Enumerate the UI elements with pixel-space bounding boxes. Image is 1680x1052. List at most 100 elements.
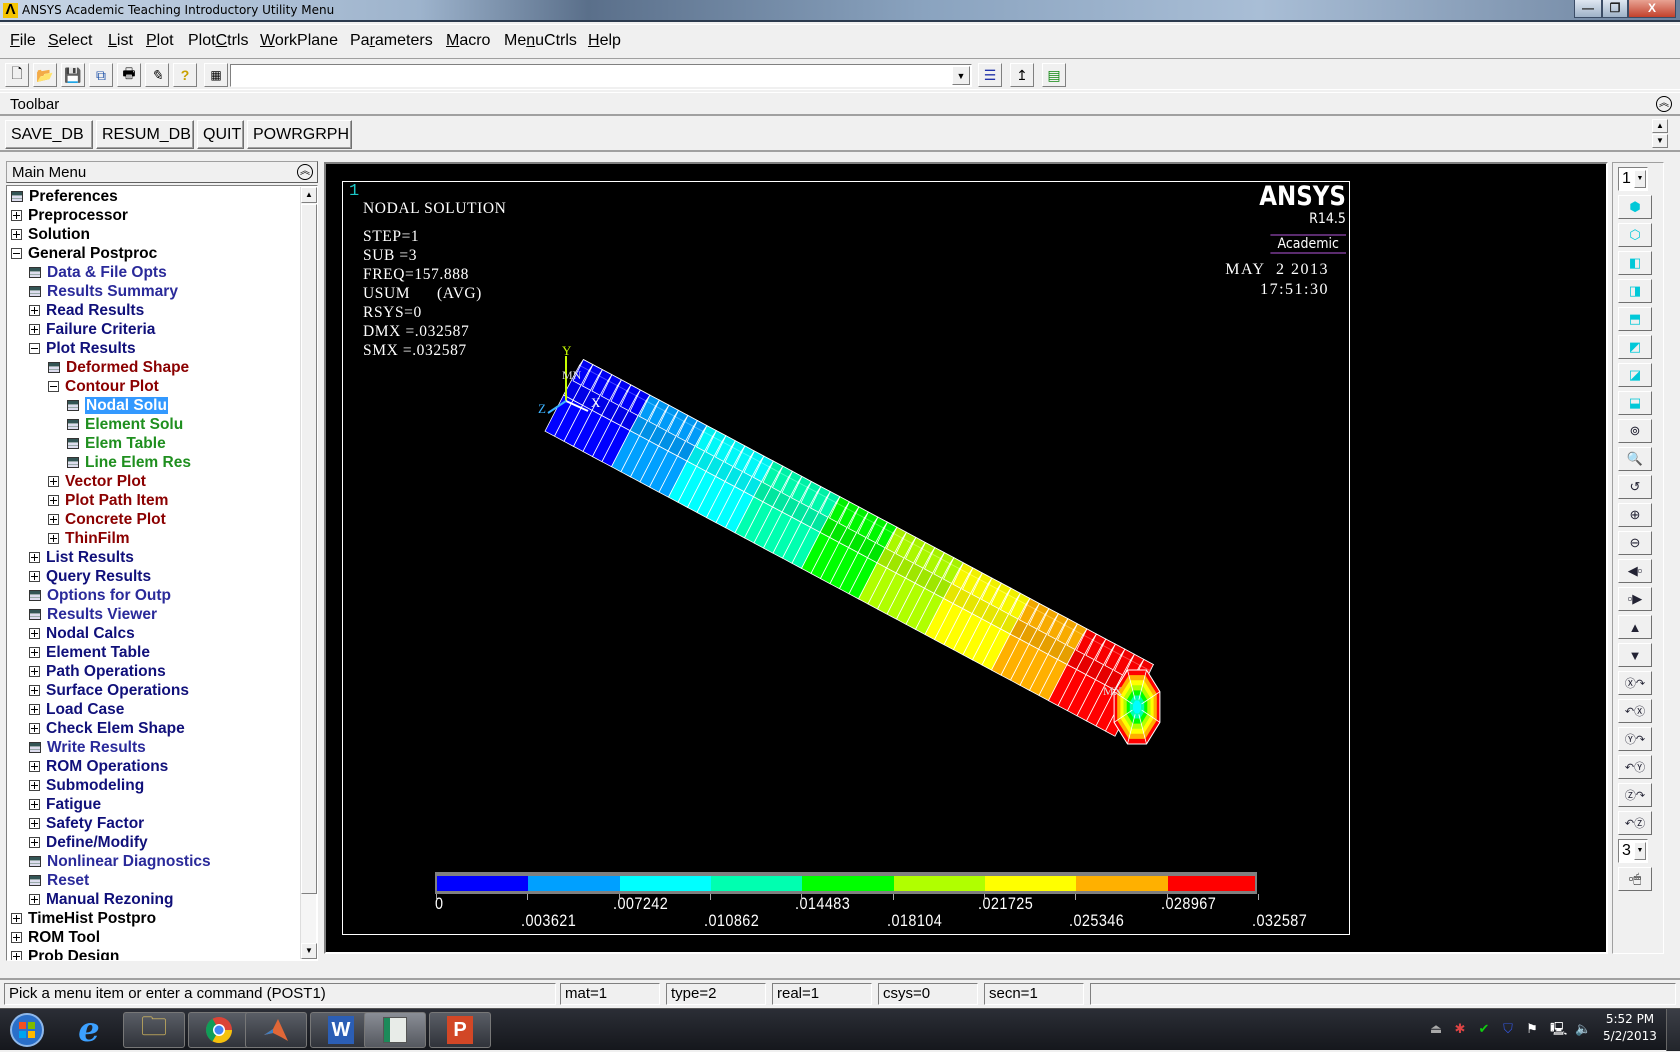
pan-right-icon[interactable]: ▫▶ [1618,587,1652,611]
new-file-icon[interactable]: 🗋 [5,63,29,87]
expand-icon[interactable] [29,647,40,658]
menu-select[interactable]: Select [48,32,92,50]
main-menu-scrollbar[interactable]: ▲ ▼ [300,187,317,959]
front-view-icon[interactable]: ◧ [1618,251,1652,275]
dynamic-model-mode-icon[interactable]: ▫🖱 [1618,867,1652,891]
box-zoom-icon[interactable]: 🔍 [1618,447,1652,471]
chevron-down-icon[interactable]: ▼ [1634,842,1646,860]
menu-workplane[interactable]: WorkPlane [260,32,338,50]
expand-icon[interactable] [48,476,59,487]
scroll-up-arrow[interactable]: ▲ [301,187,317,203]
menu-item-plot-results[interactable]: Plot Results [29,339,136,358]
menu-item-submodeling[interactable]: Submodeling [29,776,144,795]
command-input[interactable] [230,64,972,87]
menu-item-path-operations[interactable]: Path Operations [29,662,166,681]
save-icon[interactable]: 💾 [61,63,85,87]
print-icon[interactable]: 🖶 [117,63,141,87]
contact-manager-icon[interactable]: ▤ [1042,63,1066,87]
menu-item-rom-operations[interactable]: ROM Operations [29,757,168,776]
taskbar-internet-explorer[interactable]: e [58,1010,120,1050]
expand-icon[interactable] [11,932,22,943]
pan-down-icon[interactable]: ▼ [1618,643,1652,667]
quit-button[interactable]: QUIT [197,120,244,149]
menu-macro[interactable]: Macro [446,32,490,50]
menu-item-results-viewer[interactable]: Results Viewer [29,605,157,624]
powrgrph-button[interactable]: POWRGRPH [247,120,352,149]
antivirus-shield-icon[interactable]: ⛉ [1500,1021,1516,1037]
menu-item-general-postproc[interactable]: General Postproc [11,244,157,263]
expand-icon[interactable] [29,571,40,582]
menu-item-surface-operations[interactable]: Surface Operations [29,681,189,700]
toolbar-scroll-up[interactable]: ▲ [1652,119,1668,133]
menu-parameters[interactable]: Parameters [350,32,433,50]
view-jobname-icon[interactable]: ⧉ [89,63,113,87]
close-button[interactable]: X [1628,0,1676,18]
report-generator-icon[interactable]: ✎ [145,63,169,87]
taskbar-matlab[interactable] [245,1012,307,1048]
graphics-window[interactable]: 1 NODAL SOLUTION STEP=1 SUB =3 FREQ=157.88… [324,162,1608,954]
menu-item-manual-rezoning[interactable]: Manual Rezoning [29,890,173,909]
expand-icon[interactable] [11,951,22,960]
menu-item-results-summary[interactable]: Results Summary [29,282,178,301]
menu-item-failure-criteria[interactable]: Failure Criteria [29,320,155,339]
expand-icon[interactable] [48,495,59,506]
collapse-toolbar-icon[interactable]: ︽ [1656,96,1672,112]
rotate-y-pos-icon[interactable]: Ⓨ↷ [1618,727,1652,751]
menu-item-element-table[interactable]: Element Table [29,643,150,662]
menu-item-plot-path-item[interactable]: Plot Path Item [48,491,168,510]
expand-icon[interactable] [29,704,40,715]
menu-item-options-for-outp[interactable]: Options for Outp [29,586,171,605]
back-view-icon[interactable]: ◩ [1618,335,1652,359]
zoom-icon[interactable]: ⊚ [1618,419,1652,443]
menu-item-fatigue[interactable]: Fatigue [29,795,101,814]
menu-item-nodal-calcs[interactable]: Nodal Calcs [29,624,135,643]
taskbar-chrome[interactable] [188,1012,250,1048]
menu-list[interactable]: List [108,32,133,50]
expand-icon[interactable] [29,723,40,734]
expand-icon[interactable] [29,761,40,772]
maximize-button[interactable]: ❐ [1602,0,1628,18]
top-view-icon[interactable]: ⬒ [1618,307,1652,331]
expand-icon[interactable] [11,913,22,924]
menu-plot[interactable]: Plot [146,32,174,50]
menu-item-concrete-plot[interactable]: Concrete Plot [48,510,166,529]
menu-item-preferences[interactable]: Preferences [11,187,118,206]
expand-icon[interactable] [29,837,40,848]
help-icon[interactable]: ? [173,63,197,87]
menu-item-write-results[interactable]: Write Results [29,738,146,757]
menu-file[interactable]: File [10,32,36,50]
rotate-z-neg-icon[interactable]: ↶Ⓩ [1618,811,1652,835]
rotate-x-pos-icon[interactable]: Ⓧ↷ [1618,671,1652,695]
save-db-button[interactable]: SAVE_DB [5,120,93,149]
resume-db-button[interactable]: RESUM_DB [96,120,194,149]
command-history-dropdown[interactable]: ▼ [952,66,970,85]
expand-icon[interactable] [11,210,22,221]
menu-item-list-results[interactable]: List Results [29,548,134,567]
rotation-increment-select[interactable]: 3 ▼ [1618,839,1648,863]
left-view-icon[interactable]: ◪ [1618,363,1652,387]
zoom-in-icon[interactable]: ⊕ [1618,503,1652,527]
iso-view-icon[interactable]: ⬢ [1618,195,1652,219]
menu-item-timehist-postpro[interactable]: TimeHist Postpro [11,909,156,928]
network-tray-icon[interactable]: ✱ [1452,1021,1468,1037]
zoom-out-icon[interactable]: ⊖ [1618,531,1652,555]
menu-item-element-solu[interactable]: Element Solu [67,415,183,434]
menu-item-vector-plot[interactable]: Vector Plot [48,472,146,491]
action-center-flag-icon[interactable]: ⚑ [1524,1021,1540,1037]
menu-item-read-results[interactable]: Read Results [29,301,144,320]
expand-icon[interactable] [48,514,59,525]
menu-item-rom-tool[interactable]: ROM Tool [11,928,100,947]
menu-item-line-elem-res[interactable]: Line Elem Res [67,453,191,472]
menu-item-elem-table[interactable]: Elem Table [67,434,166,453]
expand-icon[interactable] [11,229,22,240]
expand-icon[interactable] [29,818,40,829]
menu-item-reset[interactable]: Reset [29,871,89,890]
expand-icon[interactable] [29,894,40,905]
expand-icon[interactable] [29,324,40,335]
rotate-z-pos-icon[interactable]: Ⓩ↷ [1618,783,1652,807]
scroll-thumb[interactable] [301,204,317,894]
right-view-icon[interactable]: ◨ [1618,279,1652,303]
expand-icon[interactable] [29,305,40,316]
collapse-main-menu-icon[interactable]: ︽ [297,164,313,180]
menu-item-contour-plot[interactable]: Contour Plot [48,377,159,396]
